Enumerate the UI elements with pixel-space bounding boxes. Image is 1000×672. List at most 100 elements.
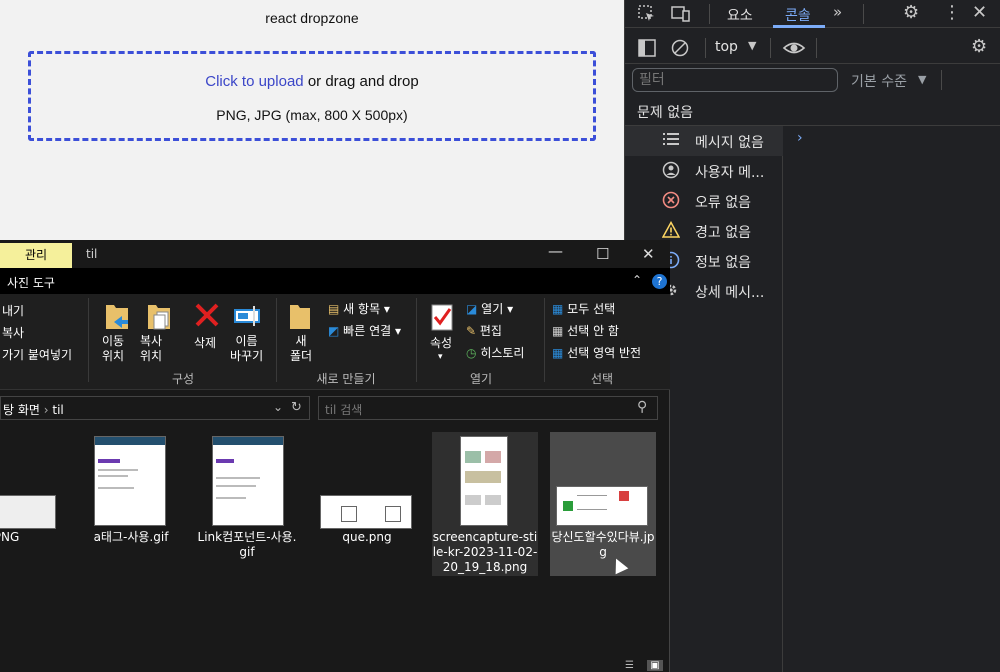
more-tabs-icon[interactable]: » bbox=[833, 5, 842, 20]
issues-status[interactable]: 문제 없음 bbox=[637, 102, 693, 122]
sidebar-item-errors[interactable]: 오류 없음 bbox=[625, 186, 783, 216]
tab-picture-tools[interactable]: 사진 도구 bbox=[7, 274, 55, 291]
file-thumbnail bbox=[460, 436, 508, 526]
copy-path-button[interactable]: 복사 bbox=[2, 324, 24, 341]
context-selector[interactable]: top bbox=[715, 39, 738, 55]
chevron-up-icon[interactable]: ⌃ bbox=[632, 273, 642, 287]
file-explorer-window: 관리 til — ☐ ✕ 사진 도구 ⌃ ? 내기 복사 가기 붙여넣기 이동 … bbox=[0, 240, 670, 672]
ribbon-divider bbox=[416, 298, 417, 382]
invert-selection-button[interactable]: ▦ 선택 영역 반전 bbox=[552, 344, 641, 361]
file-item[interactable]: screencapture-stile-kr-2023-11-02-20_19_… bbox=[432, 432, 538, 576]
inspect-element-icon[interactable] bbox=[638, 5, 656, 26]
file-thumbnail bbox=[556, 486, 648, 526]
address-bar[interactable]: 탕 화면 › til ⌄ ↻ bbox=[0, 396, 310, 420]
log-level-dropdown[interactable]: 기본 수준 bbox=[851, 71, 907, 91]
sidebar-toggle-icon[interactable] bbox=[638, 39, 656, 61]
easy-access-button[interactable]: ◩ 빠른 연결 ▾ bbox=[328, 322, 401, 339]
select-all-button[interactable]: ▦ 모두 선택 bbox=[552, 300, 615, 317]
chevron-right-icon[interactable]: › bbox=[797, 130, 803, 146]
file-item[interactable]: Link컴포넌트-사용.gif bbox=[194, 432, 300, 576]
sidebar-item-messages[interactable]: 메시지 없음 bbox=[625, 126, 783, 156]
edit-button[interactable]: ✎ 편집 bbox=[466, 322, 502, 339]
large-icons-view-icon[interactable]: ▣ bbox=[647, 660, 663, 671]
sidebar-item-label: 오류 없음 bbox=[695, 195, 751, 211]
open-label: 열기 bbox=[481, 302, 504, 316]
open-button[interactable]: ◪ 열기 ▾ bbox=[466, 300, 513, 317]
easy-access-icon: ◩ bbox=[328, 324, 340, 338]
file-thumbnail bbox=[212, 436, 284, 526]
search-box[interactable]: til 검색 ⚲ bbox=[318, 396, 658, 420]
details-view-icon[interactable]: ☰ bbox=[625, 660, 634, 671]
history-button[interactable]: ◷ 히스토리 bbox=[466, 344, 524, 361]
sidebar-item-user-messages[interactable]: 사용자 메... bbox=[625, 156, 783, 186]
paste-shortcut-button[interactable]: 가기 붙여넣기 bbox=[2, 346, 72, 363]
file-item[interactable]: a태그-사용.gif bbox=[78, 432, 184, 576]
select-none-button[interactable]: ▦ 선택 안 함 bbox=[552, 322, 619, 339]
tab-console[interactable]: 콘솔 bbox=[785, 5, 811, 25]
search-icon[interactable]: ⚲ bbox=[637, 399, 647, 415]
live-expression-eye-icon[interactable] bbox=[782, 38, 806, 62]
ribbon-group-organize: 구성 bbox=[171, 372, 195, 386]
log-level-arrow-icon[interactable]: ▼ bbox=[918, 73, 926, 86]
ribbon-group-new: 새로 만들기 bbox=[316, 372, 376, 386]
chevron-down-icon[interactable]: ⌄ bbox=[273, 400, 283, 414]
new-item-button[interactable]: ▤ 새 항목 ▾ bbox=[328, 300, 390, 317]
file-thumbnail bbox=[94, 436, 166, 526]
close-icon[interactable]: ✕ bbox=[972, 4, 987, 22]
delete-button[interactable]: 삭제 bbox=[194, 334, 216, 351]
device-toolbar-icon[interactable] bbox=[671, 5, 691, 26]
select-none-icon: ▦ bbox=[552, 324, 564, 338]
file-name: Link컴포넌트-사용.gif bbox=[197, 530, 297, 559]
toolbar-divider bbox=[863, 4, 864, 24]
active-tab-indicator bbox=[773, 25, 825, 28]
clear-console-icon[interactable] bbox=[671, 39, 689, 61]
properties-check-icon bbox=[430, 302, 456, 332]
move-to-button[interactable]: 이동 위치 bbox=[102, 334, 124, 364]
file-name: l.PNG bbox=[0, 530, 20, 544]
drag-drop-text: or drag and drop bbox=[307, 73, 419, 90]
properties-button[interactable]: 속성 bbox=[430, 334, 452, 351]
devtools-panel: 요소 콘솔 » ⚙ ⋮ ✕ top ▼ ⚙ 기본 수준 ▼ 문제 없음 bbox=[624, 0, 1000, 672]
sidebar-item-label: 정보 없음 bbox=[695, 255, 751, 271]
refresh-icon[interactable]: ↻ bbox=[291, 400, 302, 415]
dropzone-instruction: Click to upload or drag and drop bbox=[31, 73, 593, 90]
file-list: l.PNG a태그-사용.gif Link컴포넌트-사용.gif bbox=[0, 426, 660, 660]
paste-button[interactable]: 내기 bbox=[2, 302, 24, 319]
toolbar-divider bbox=[941, 70, 942, 90]
select-none-label: 선택 안 함 bbox=[567, 324, 619, 338]
new-folder-button[interactable]: 새 폴더 bbox=[290, 334, 312, 364]
delete-icon bbox=[194, 302, 220, 332]
more-options-icon[interactable]: ⋮ bbox=[943, 4, 961, 22]
window-titlebar[interactable]: 관리 til — ☐ ✕ bbox=[0, 240, 670, 268]
view-toggle: ☰ ▣ bbox=[625, 660, 667, 672]
settings-gear-icon[interactable]: ⚙ bbox=[903, 4, 919, 22]
click-to-upload-link[interactable]: Click to upload bbox=[205, 73, 303, 90]
rename-button[interactable]: 이름 바꾸기 bbox=[230, 334, 263, 364]
file-dropzone[interactable]: Click to upload or drag and drop PNG, JP… bbox=[28, 51, 596, 141]
console-settings-icon[interactable]: ⚙ bbox=[971, 38, 987, 56]
ribbon-divider bbox=[276, 298, 277, 382]
file-name: a태그-사용.gif bbox=[93, 530, 169, 544]
file-item[interactable]: 당신도할수있다뷰.jpg bbox=[550, 432, 656, 576]
console-filter-input[interactable] bbox=[632, 68, 838, 92]
tab-manage[interactable]: 관리 bbox=[0, 243, 72, 268]
file-item[interactable]: que.png bbox=[314, 432, 420, 576]
search-input[interactable]: til 검색 bbox=[325, 401, 362, 418]
tab-elements[interactable]: 요소 bbox=[727, 5, 753, 25]
breadcrumb-parent[interactable]: 탕 화면 bbox=[3, 403, 40, 417]
properties-dropdown-icon[interactable]: ▾ bbox=[438, 352, 443, 362]
minimize-icon[interactable]: — bbox=[548, 242, 563, 260]
copy-to-button[interactable]: 복사 위치 bbox=[140, 334, 162, 364]
sidebar-item-label: 사용자 메... bbox=[695, 165, 765, 181]
close-icon[interactable]: ✕ bbox=[642, 245, 655, 263]
file-item[interactable]: l.PNG bbox=[0, 432, 56, 576]
file-name: screencapture-stile-kr-2023-11-02-20_19_… bbox=[432, 530, 538, 574]
history-label: 히스토리 bbox=[480, 346, 525, 360]
maximize-icon[interactable]: ☐ bbox=[596, 245, 609, 263]
ribbon-home: 내기 복사 가기 붙여넣기 이동 위치 복사 위치 삭제 이름 바꾸기 구성 새… bbox=[0, 294, 670, 390]
breadcrumb-current[interactable]: til bbox=[52, 403, 63, 417]
help-icon[interactable]: ? bbox=[652, 274, 667, 289]
new-folder-icon bbox=[288, 302, 314, 332]
dropdown-arrow-icon[interactable]: ▼ bbox=[748, 40, 756, 51]
user-icon bbox=[661, 161, 681, 183]
